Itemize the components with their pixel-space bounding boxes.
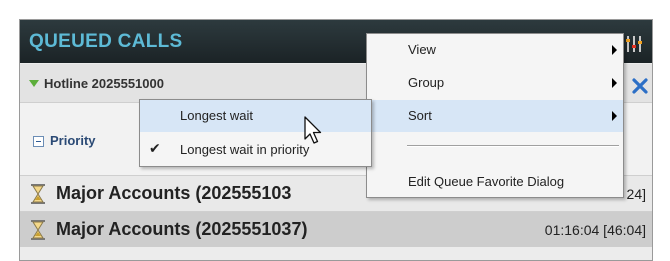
menu-item-label: View [408,42,436,57]
submenu-arrow-icon [612,111,617,121]
menu-item-group[interactable]: Group [367,67,623,99]
check-icon: ✔ [149,140,161,156]
triangle-down-icon[interactable] [29,80,39,87]
hotline-label: Hotline 2025551000 [44,76,164,91]
hourglass-icon [31,220,45,240]
menu-item-sort[interactable]: Sort [367,100,623,132]
menu-item-label: Sort [408,108,432,123]
menu-item-label: Edit Queue Favorite Dialog [408,174,565,189]
sort-item-label: Longest wait [180,108,253,123]
close-icon[interactable] [632,78,648,94]
queue-name: Major Accounts (2025551037) [56,219,308,239]
panel-title: QUEUED CALLS [29,31,183,52]
minus-box-icon[interactable] [33,136,44,147]
queue-name: Major Accounts (202555103 [56,183,292,203]
queue-options-menu: View Group Sort Edit Queue Favorite Dial… [366,33,624,198]
menu-item-view[interactable]: View [367,34,623,66]
submenu-arrow-icon [612,78,617,88]
settings-bars-icon[interactable] [626,34,644,54]
queue-time: 24] [626,186,646,202]
mouse-pointer-icon [304,116,322,144]
sort-item-longest-wait-in-priority[interactable]: ✔ Longest wait in priority [140,134,371,166]
sort-item-longest-wait[interactable]: Longest wait [140,100,371,132]
menu-separator [407,145,619,147]
menu-item-label: Group [408,75,445,90]
sort-item-label: Longest wait in priority [180,142,310,157]
queue-row[interactable]: Major Accounts (2025551037) 01:16:04 [46… [20,211,652,247]
sort-submenu: Longest wait ✔ Longest wait in priority [139,99,372,167]
hourglass-icon [31,184,45,204]
queue-time: 01:16:04 [46:04] [544,222,646,238]
menu-item-edit-queue-favorite[interactable]: Edit Queue Favorite Dialog [367,166,623,198]
submenu-arrow-icon [612,45,617,55]
priority-label: Priority [50,133,96,148]
